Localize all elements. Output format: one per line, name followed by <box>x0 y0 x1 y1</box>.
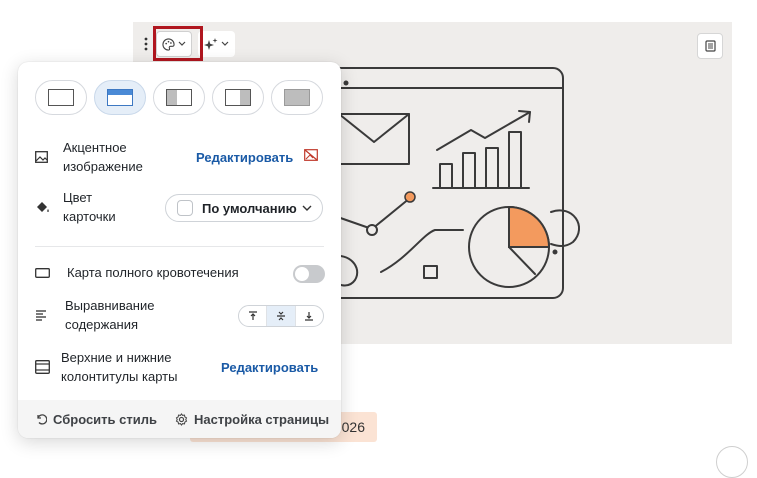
headers-footers-edit-link[interactable]: Редактировать <box>221 360 318 375</box>
align-bottom-icon <box>305 312 314 321</box>
page-settings-button[interactable]: Настройка страницы <box>175 412 329 427</box>
chevron-down-icon <box>178 41 186 46</box>
accent-image-label: Акцентное изображение <box>63 140 143 174</box>
toggle-knob <box>295 267 309 281</box>
full-bleed-icon <box>35 267 51 278</box>
headers-footers-row: Верхние и нижние колонтитулы карты Редак… <box>35 348 324 386</box>
alignment-segmented-control <box>238 305 324 327</box>
layout-full-image-option[interactable] <box>271 80 323 115</box>
align-middle-icon <box>276 311 285 321</box>
accent-image-row: Акцентное изображение Редактировать <box>35 138 324 176</box>
full-bleed-row: Карта полного кровотечения <box>35 263 324 282</box>
card-style-button[interactable] <box>156 31 192 57</box>
chevron-down-icon <box>302 205 312 211</box>
page-settings-label: Настройка страницы <box>194 411 330 427</box>
chevron-down-icon <box>221 41 229 46</box>
undo-icon <box>37 414 47 425</box>
align-bottom-button[interactable] <box>294 306 323 326</box>
card-color-label: Цвет карточки <box>63 190 116 224</box>
section-divider <box>35 246 324 247</box>
card-color-value: По умолчанию <box>202 200 297 216</box>
align-middle-button[interactable] <box>266 306 295 326</box>
card-color-dropdown[interactable]: По умолчанию <box>165 194 323 222</box>
layout-left-image-option[interactable] <box>153 80 205 115</box>
remove-image-icon[interactable] <box>304 148 319 166</box>
palette-icon <box>162 37 175 51</box>
card-style-panel: Акцентное изображение Редактировать Цвет… <box>18 62 341 438</box>
alignment-label: Выравнивание содержания <box>65 298 155 332</box>
document-icon <box>704 40 716 52</box>
gear-icon <box>175 412 188 426</box>
layout-full-image-icon <box>284 89 310 106</box>
headers-footers-label: Верхние и нижние колонтитулы карты <box>61 350 178 384</box>
layout-blank-option[interactable] <box>35 80 87 115</box>
reset-style-button[interactable]: Сбросить стиль <box>35 412 157 427</box>
full-bleed-label: Карта полного кровотечения <box>67 265 239 280</box>
layout-options <box>35 80 323 115</box>
layout-top-image-option[interactable] <box>94 80 146 115</box>
sparkle-icon <box>204 37 218 50</box>
image-icon <box>35 151 51 163</box>
drag-handle-icon[interactable] <box>140 31 152 57</box>
layout-left-image-icon <box>166 89 192 106</box>
panel-footer: Сбросить стиль Настройка страницы <box>18 400 341 438</box>
align-top-icon <box>248 311 257 320</box>
notes-button[interactable] <box>697 33 723 59</box>
header-footer-icon <box>35 360 51 374</box>
ai-assist-button[interactable] <box>198 31 235 57</box>
layout-top-image-icon <box>107 89 133 106</box>
layout-right-image-icon <box>225 89 251 106</box>
align-icon <box>35 309 51 321</box>
card-toolbar <box>140 31 235 57</box>
align-top-button[interactable] <box>239 306 266 326</box>
date-tag-text: 026 <box>341 419 365 435</box>
full-bleed-toggle[interactable] <box>293 265 325 283</box>
layout-blank-icon <box>48 89 74 106</box>
layout-right-image-option[interactable] <box>212 80 264 115</box>
paint-bucket-icon <box>35 200 51 214</box>
reset-style-label: Сбросить стиль <box>53 411 157 427</box>
accent-image-edit-link[interactable]: Редактировать <box>196 150 293 165</box>
color-swatch <box>177 200 193 216</box>
